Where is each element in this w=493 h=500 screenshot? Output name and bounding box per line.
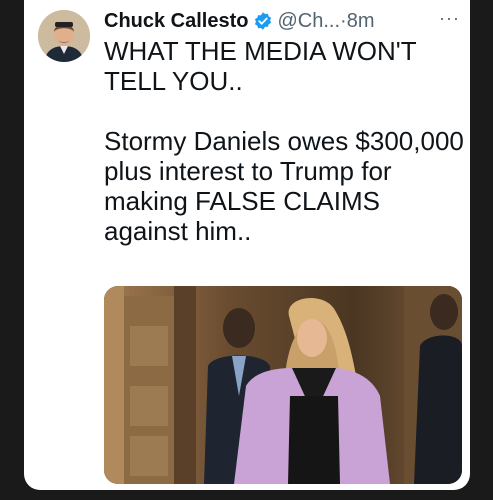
author-name[interactable]: Chuck Callesto [104,10,248,33]
author-handle[interactable]: @Ch... [277,10,340,33]
tweet-text-line: WHAT THE MEDIA WON'T TELL YOU.. [104,36,417,96]
separator-dot: · [340,9,347,32]
avatar-image [38,10,90,62]
tweet-card[interactable]: Chuck Callesto @Ch... · 8m ··· WHAT THE … [24,0,470,490]
tweet-timestamp[interactable]: 8m [347,10,375,33]
tweet-media-photo[interactable] [104,286,462,484]
verified-badge-icon [255,12,272,30]
tweet-text-line: Stormy Daniels owes $300,000 plus intere… [104,126,464,246]
tweet-body: WHAT THE MEDIA WON'T TELL YOU.. Stormy D… [104,36,464,246]
tweet-header: Chuck Callesto @Ch... · 8m ··· [104,8,460,34]
photo-image [104,286,462,484]
more-options-icon[interactable]: ··· [439,8,460,29]
author-avatar[interactable] [38,10,90,62]
